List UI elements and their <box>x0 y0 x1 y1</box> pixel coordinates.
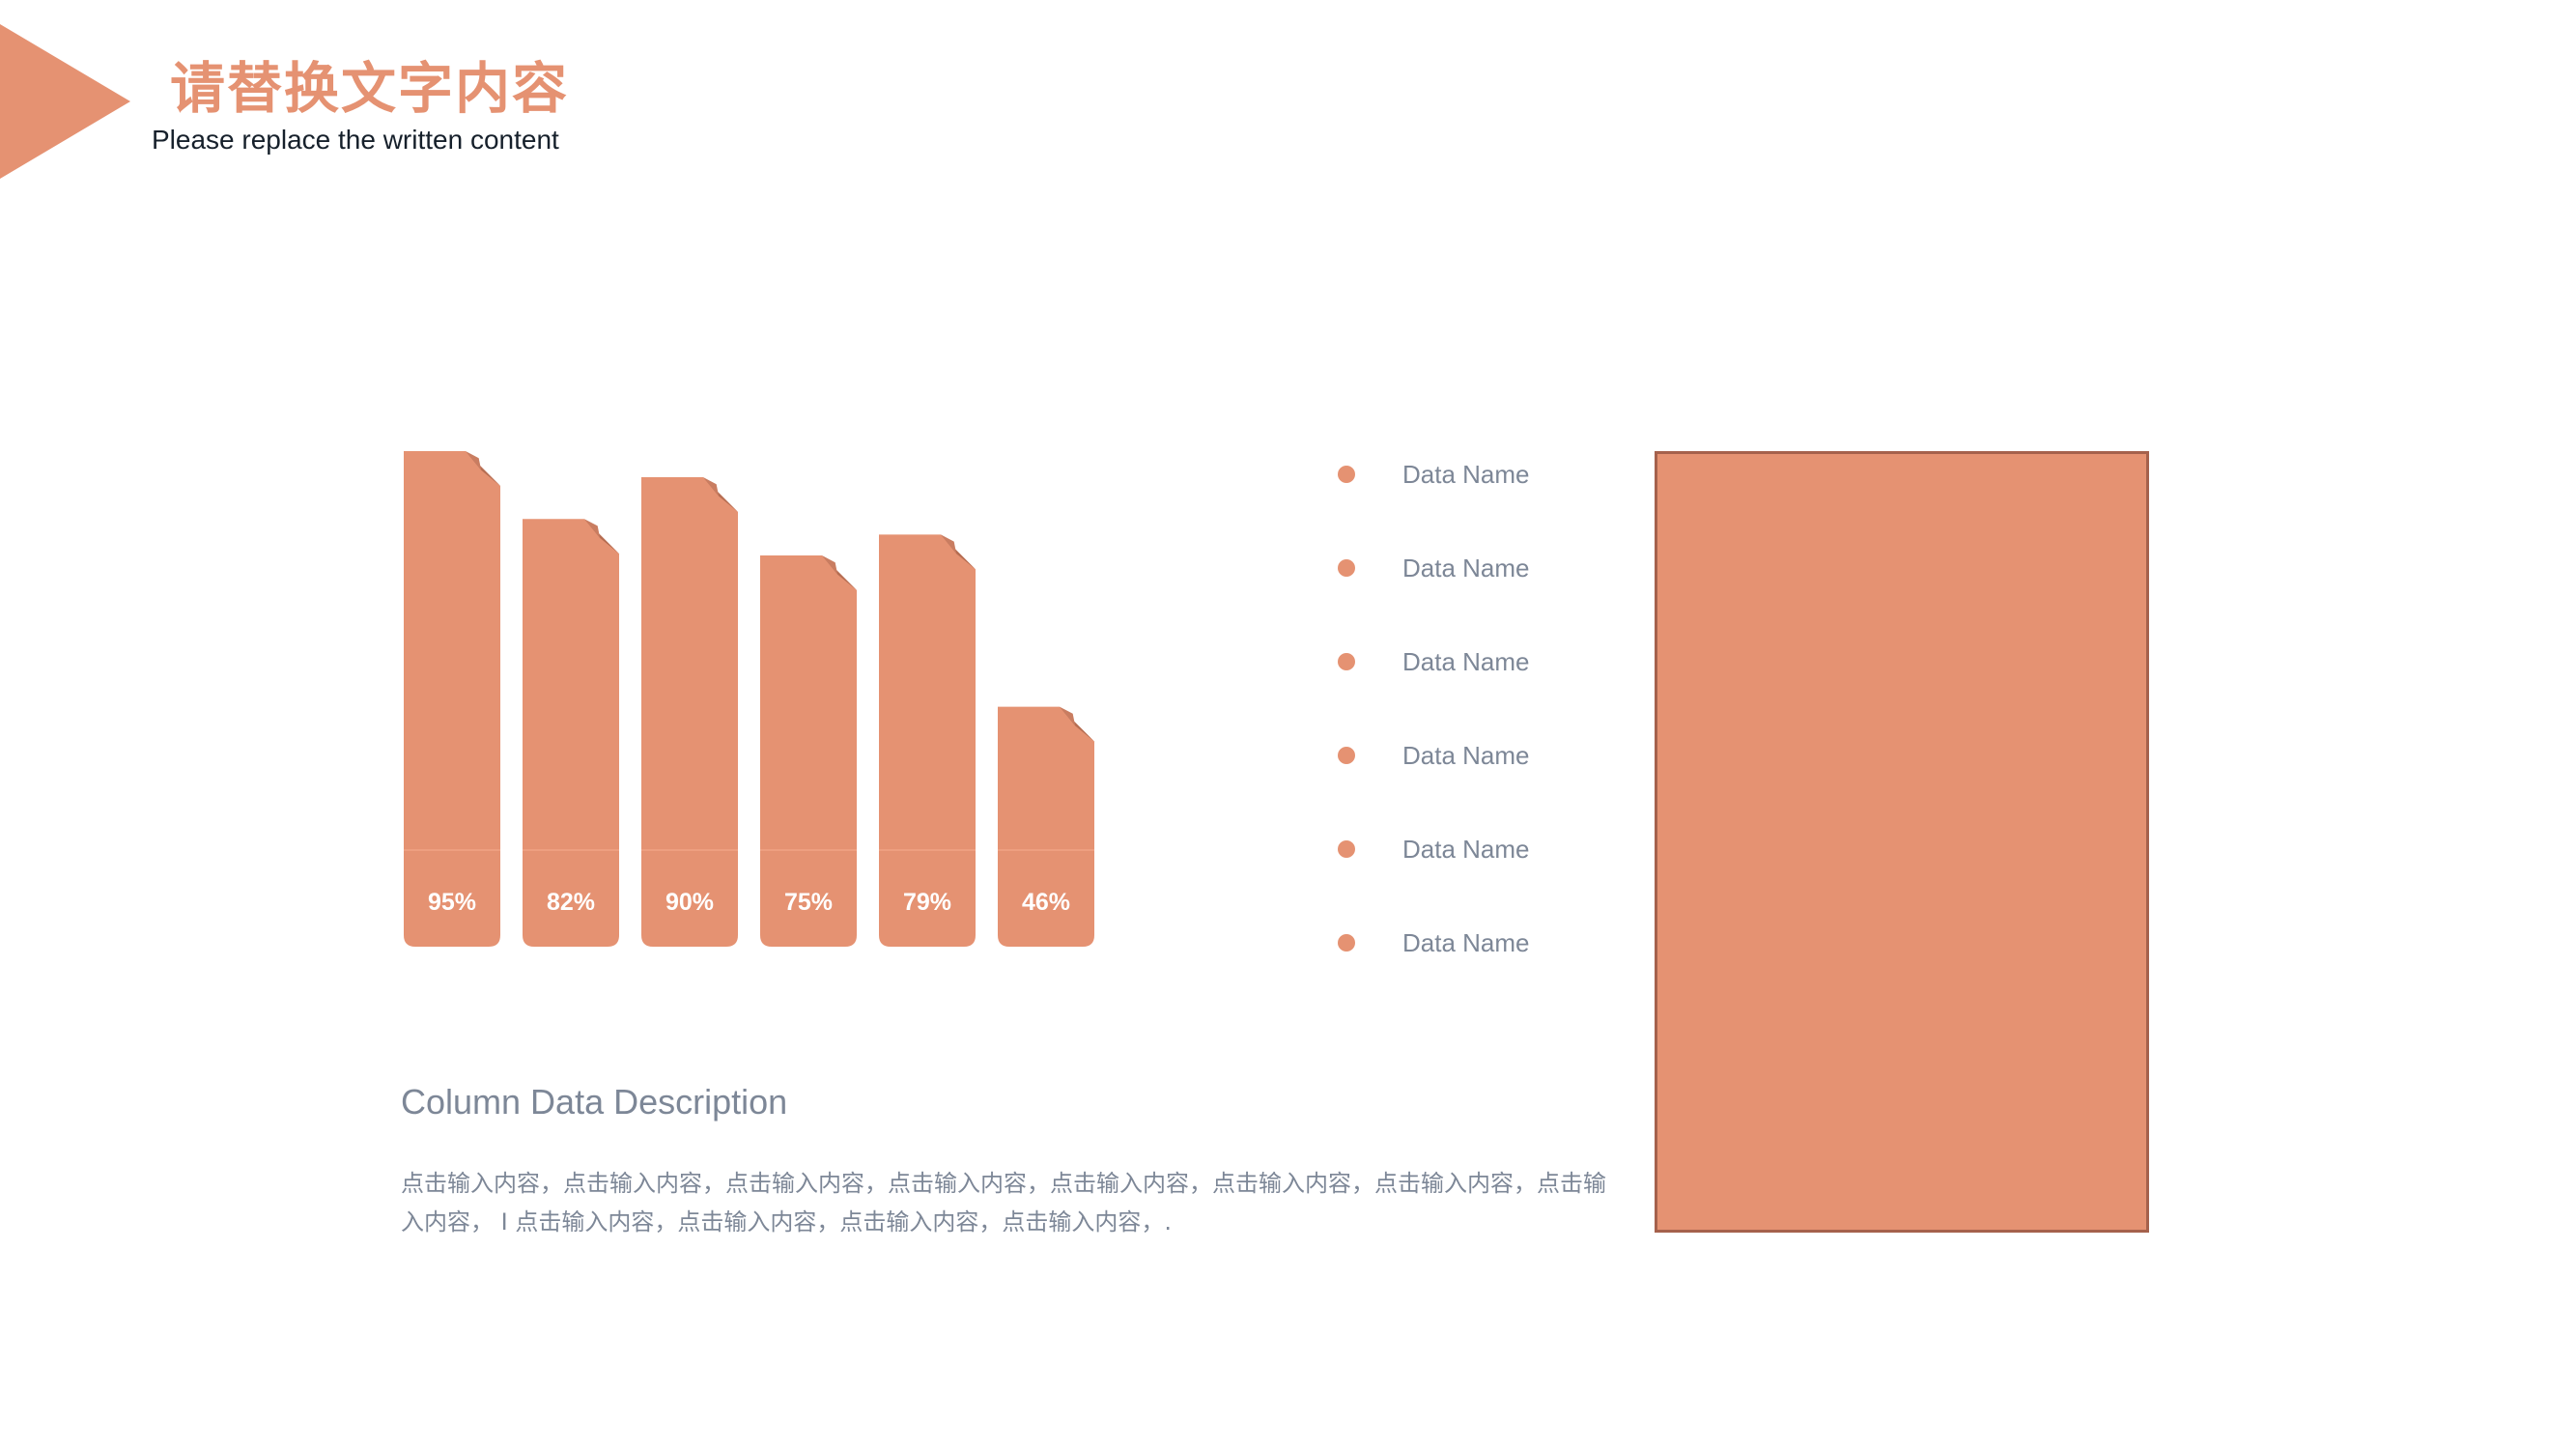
bar-body <box>641 477 738 947</box>
bar-value-label: 79% <box>903 889 951 916</box>
bar-body <box>404 451 500 947</box>
page-subtitle: Please replace the written content <box>152 125 559 155</box>
legend-label: Data Name <box>1402 460 1530 489</box>
legend-dot-icon <box>1338 559 1355 577</box>
legend-label: Data Name <box>1402 741 1530 770</box>
bar-value-label: 95% <box>428 889 476 916</box>
bar-value-label: 46% <box>1022 889 1070 916</box>
legend-item: Data Name <box>1333 548 1623 586</box>
legend-item: Data Name <box>1333 829 1623 867</box>
legend-label: Data Name <box>1402 835 1530 864</box>
bar-body <box>879 534 976 947</box>
legend-dot-icon <box>1338 747 1355 764</box>
image-placeholder[interactable] <box>1655 451 2149 1233</box>
corner-triangle-decoration <box>0 24 130 179</box>
legend-item: Data Name <box>1333 923 1623 961</box>
bar-chart: 95% 82% 90% 75% 79% 46% <box>404 451 1094 947</box>
bar-value-label: 90% <box>665 889 714 916</box>
legend-dot-icon <box>1338 934 1355 952</box>
bar-value-label: 82% <box>547 889 595 916</box>
description-title: Column Data Description <box>401 1082 788 1122</box>
bar: 79% <box>879 534 976 947</box>
bar: 90% <box>641 477 738 947</box>
legend-item: Data Name <box>1333 735 1623 774</box>
legend-label: Data Name <box>1402 554 1530 582</box>
bar: 95% <box>404 451 500 947</box>
legend-label: Data Name <box>1402 928 1530 957</box>
bar: 46% <box>998 706 1094 947</box>
bar-value-label: 75% <box>784 889 833 916</box>
bar: 82% <box>523 519 619 947</box>
legend-dot-icon <box>1338 840 1355 858</box>
legend-dot-icon <box>1338 466 1355 483</box>
legend-item: Data Name <box>1333 641 1623 680</box>
legend-label: Data Name <box>1402 647 1530 676</box>
page-title: 请替换文字内容 <box>170 57 569 121</box>
legend-item: Data Name <box>1333 454 1623 493</box>
legend-dot-icon <box>1338 653 1355 670</box>
bar: 75% <box>760 555 857 947</box>
description-body: 点击输入内容，点击输入内容，点击输入内容，点击输入内容，点击输入内容，点击输入内… <box>401 1170 1606 1236</box>
bar-body <box>523 519 619 947</box>
